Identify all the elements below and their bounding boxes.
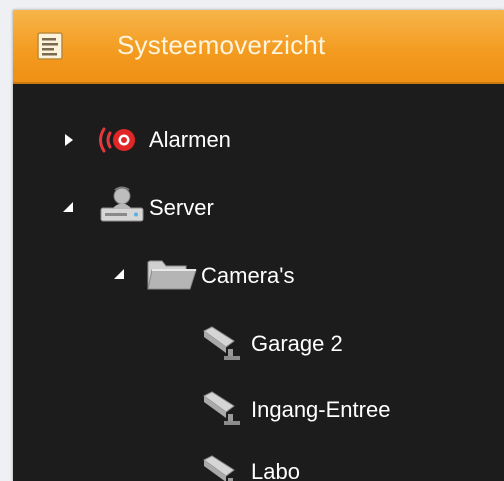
folder-icon (147, 260, 197, 290)
security-camera-icon (203, 326, 240, 360)
list-document-icon[interactable] (37, 32, 63, 60)
alarm-icon (99, 127, 135, 153)
collapse-arrow-icon[interactable] (60, 201, 74, 213)
tree-node-label: Camera's (201, 263, 295, 288)
tree-node-label: Garage 2 (251, 331, 343, 356)
tree-node-label: Labo (251, 459, 300, 481)
security-camera-icon (203, 391, 240, 425)
tree-node-label: Server (149, 195, 214, 220)
collapse-arrow-icon[interactable] (111, 268, 125, 280)
system-tree: Alarmen Server Camera's Garage 2 Ingang-… (13, 84, 504, 481)
panel-header: Systeemoverzicht (13, 10, 504, 84)
expand-arrow-icon[interactable] (64, 133, 74, 147)
panel-title: Systeemoverzicht (117, 30, 326, 60)
security-camera-icon (203, 455, 235, 481)
tree-node-label: Alarmen (149, 127, 231, 152)
tree-node-label: Ingang-Entree (251, 397, 391, 422)
server-user-icon (100, 186, 144, 222)
system-overview-panel: Systeemoverzicht Alarmen Server Camera's… (13, 10, 504, 481)
